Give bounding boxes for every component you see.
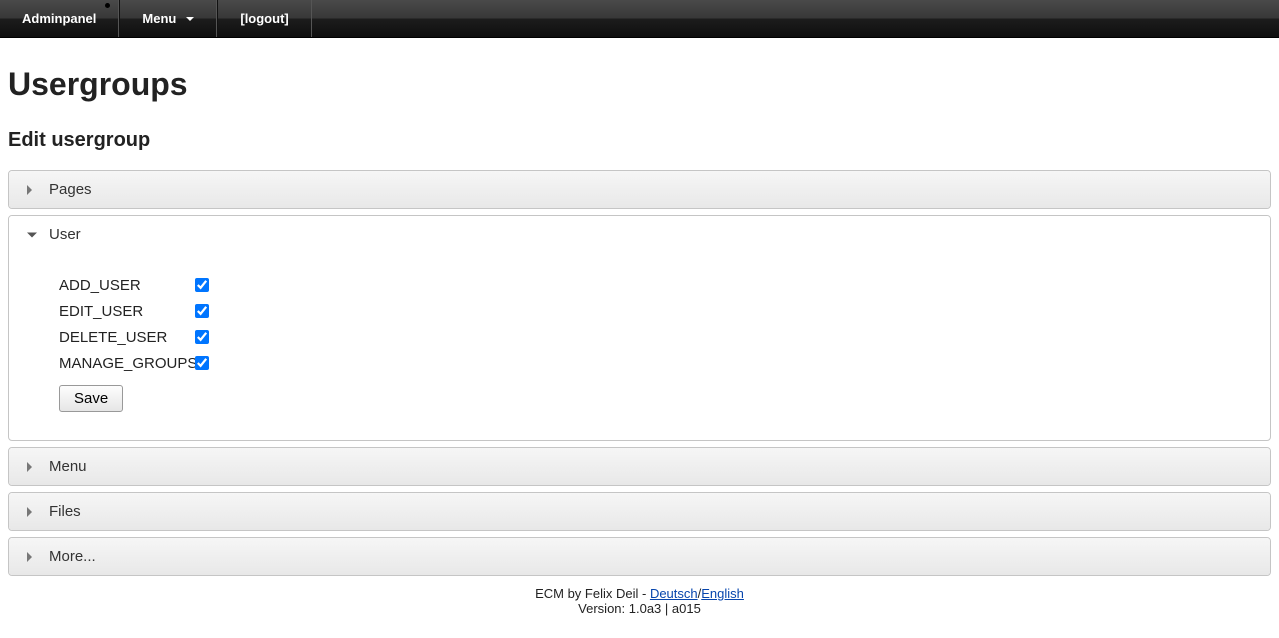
permission-label: MANAGE_GROUPS bbox=[59, 355, 191, 372]
chevron-right-icon bbox=[27, 552, 32, 562]
permission-row: MANAGE_GROUPS bbox=[59, 353, 1230, 373]
footer: ECM by Felix Deil - Deutsch/English Vers… bbox=[8, 582, 1271, 628]
accordion-header-menu[interactable]: Menu bbox=[9, 448, 1270, 485]
accordion-label-files: Files bbox=[49, 503, 81, 520]
dot-indicator-icon bbox=[105, 3, 110, 8]
nav-logout-label: [logout] bbox=[240, 11, 288, 26]
caret-down-icon bbox=[186, 17, 194, 21]
nav-menu-label: Menu bbox=[142, 11, 176, 26]
footer-credit: ECM by Felix Deil - bbox=[535, 586, 650, 601]
accordion-section-pages: Pages bbox=[8, 170, 1271, 209]
accordion-label-user: User bbox=[49, 226, 81, 243]
chevron-right-icon bbox=[27, 507, 32, 517]
permission-label: DELETE_USER bbox=[59, 329, 191, 346]
footer-lang-en[interactable]: English bbox=[701, 586, 744, 601]
footer-lang-de[interactable]: Deutsch bbox=[650, 586, 698, 601]
chevron-right-icon bbox=[27, 462, 32, 472]
permission-label: ADD_USER bbox=[59, 277, 191, 294]
accordion-label-menu: Menu bbox=[49, 458, 87, 475]
permission-checkbox[interactable] bbox=[195, 278, 209, 292]
accordion-header-files[interactable]: Files bbox=[9, 493, 1270, 530]
accordion-header-user[interactable]: User bbox=[9, 216, 1270, 253]
accordion-section-user: User ADD_USER EDIT_USER DELETE_USER MANAGE_… bbox=[8, 215, 1271, 441]
accordion-header-pages[interactable]: Pages bbox=[9, 171, 1270, 208]
nav-adminpanel[interactable]: Adminpanel bbox=[0, 0, 119, 37]
chevron-down-icon bbox=[27, 232, 37, 237]
permissions-accordion: Pages User ADD_USER EDIT_USER DELETE_USER M… bbox=[8, 170, 1271, 576]
accordion-body-user: ADD_USER EDIT_USER DELETE_USER MANAGE_GROUP… bbox=[9, 253, 1270, 440]
accordion-label-more: More... bbox=[49, 548, 96, 565]
page-title: Usergroups bbox=[8, 66, 1271, 103]
top-navbar: Adminpanel Menu [logout] bbox=[0, 0, 1279, 38]
save-button[interactable]: Save bbox=[59, 385, 123, 412]
accordion-section-menu: Menu bbox=[8, 447, 1271, 486]
permission-row: DELETE_USER bbox=[59, 327, 1230, 347]
permission-checkbox[interactable] bbox=[195, 330, 209, 344]
footer-version: Version: 1.0a3 | a015 bbox=[8, 601, 1271, 616]
permission-row: EDIT_USER bbox=[59, 301, 1230, 321]
permission-checkbox[interactable] bbox=[195, 356, 209, 370]
page-subtitle: Edit usergroup bbox=[8, 129, 1271, 152]
nav-adminpanel-label: Adminpanel bbox=[22, 11, 96, 26]
accordion-header-more[interactable]: More... bbox=[9, 538, 1270, 575]
permission-row: ADD_USER bbox=[59, 275, 1230, 295]
permission-checkbox[interactable] bbox=[195, 304, 209, 318]
accordion-label-pages: Pages bbox=[49, 181, 92, 198]
nav-logout[interactable]: [logout] bbox=[217, 0, 311, 37]
accordion-section-more: More... bbox=[8, 537, 1271, 576]
permission-label: EDIT_USER bbox=[59, 303, 191, 320]
nav-menu[interactable]: Menu bbox=[119, 0, 217, 37]
accordion-section-files: Files bbox=[8, 492, 1271, 531]
chevron-right-icon bbox=[27, 185, 32, 195]
